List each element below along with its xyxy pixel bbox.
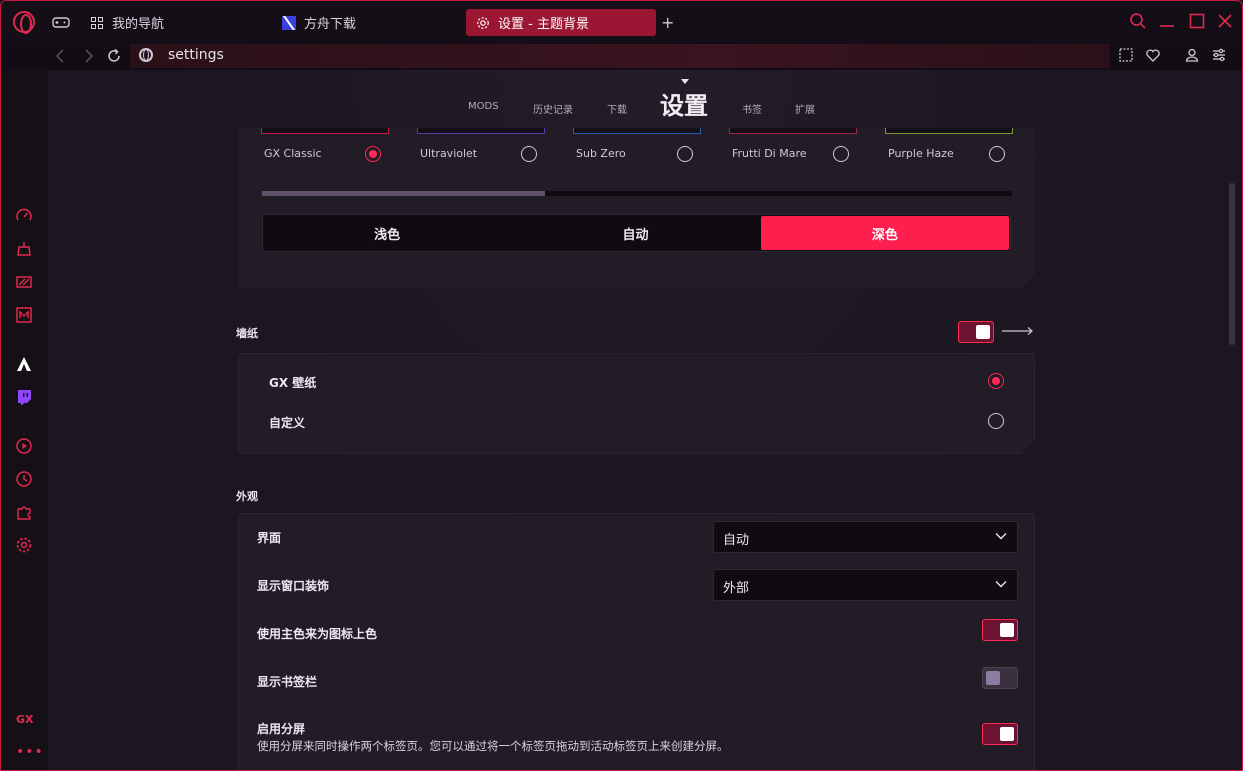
theme-name: Ultraviolet — [420, 147, 478, 160]
address-field[interactable] — [130, 44, 1110, 68]
theme-scroll-track[interactable] — [262, 191, 1012, 196]
theme-radio-gx-classic[interactable] — [365, 146, 381, 162]
sidebar — [0, 70, 48, 771]
theme-swatch-ultraviolet[interactable] — [417, 128, 545, 134]
more-icon[interactable]: ••• — [16, 744, 44, 760]
window-decoration-label: 显示窗口装饰 — [257, 579, 330, 593]
interface-select-value: 自动 — [723, 533, 750, 548]
tab-label: 设置 - 主题背景 — [498, 17, 589, 32]
history-clock-icon[interactable] — [15, 470, 33, 488]
mode-light-button[interactable]: 浅色 — [263, 215, 511, 251]
caret-down-icon — [681, 79, 689, 84]
wallpaper-toggle[interactable] — [958, 321, 994, 343]
tab-my-navigation[interactable]: 我的导航 — [80, 9, 270, 36]
tab-settings-theme[interactable]: 设置 - 主题背景 — [466, 9, 656, 36]
nav-mods[interactable]: MODS — [468, 101, 499, 112]
split-screen-description: 使用分屏来同时操作两个标签页。您可以通过将一个标签页拖动到活动标签页上来创建分屏… — [257, 739, 729, 753]
appearance-section-label: 外观 — [236, 490, 258, 503]
theme-name: Frutti Di Mare — [732, 147, 807, 160]
wallpaper-option-custom: 自定义 — [269, 416, 306, 430]
window-decoration-select[interactable]: 外部 — [713, 569, 1018, 601]
chevron-down-icon — [995, 581, 1007, 588]
wallpaper-radio-custom[interactable] — [988, 413, 1004, 429]
player-icon[interactable] — [15, 437, 33, 455]
appearance-card: 界面 自动 显示窗口装饰 外部 使用主色来为图标上色 显示书签栏 启用分屏 使用… — [238, 513, 1035, 771]
gx-label[interactable]: GX — [16, 713, 34, 726]
reload-icon[interactable] — [105, 47, 123, 65]
theme-scroll-thumb[interactable] — [262, 191, 545, 196]
close-icon[interactable] — [1216, 12, 1234, 30]
extensions-icon[interactable] — [15, 503, 33, 521]
theme-radio-sub-zero[interactable] — [677, 146, 693, 162]
wallpaper-card: GX 壁纸 自定义 — [238, 353, 1035, 454]
gx-corner-icon[interactable] — [15, 273, 33, 291]
gamepad-icon[interactable] — [52, 14, 70, 30]
new-tab-button[interactable]: + — [661, 13, 674, 32]
bookmarks-bar-toggle[interactable] — [982, 667, 1018, 689]
wallpaper-option-gx: GX 壁纸 — [269, 376, 317, 390]
split-screen-toggle[interactable] — [982, 723, 1018, 745]
nav-downloads[interactable]: 下载 — [607, 101, 627, 116]
maximize-icon[interactable] — [1188, 12, 1206, 30]
gx-control-icon[interactable] — [15, 207, 33, 225]
theme-name: Purple Haze — [888, 147, 954, 160]
m-news-icon[interactable] — [15, 306, 33, 324]
search-icon[interactable] — [1129, 12, 1147, 30]
tab-label: 方舟下载 — [304, 17, 357, 32]
wallpaper-section-label: 墙纸 — [236, 327, 258, 340]
interface-label: 界面 — [257, 531, 282, 545]
tab-label: 我的导航 — [112, 17, 165, 32]
theme-swatch-purple-haze[interactable] — [885, 128, 1013, 134]
easy-setup-icon[interactable] — [1211, 47, 1227, 63]
grid-icon — [90, 16, 104, 30]
mode-auto-button[interactable]: 自动 — [511, 215, 759, 251]
tab-bar: 我的导航 方舟下载 设置 - 主题背景 + — [0, 0, 1243, 42]
nav-history[interactable]: 历史记录 — [533, 101, 573, 116]
theme-swatch-sub-zero[interactable] — [573, 128, 701, 134]
opera-site-icon — [139, 48, 153, 62]
theme-radio-ultraviolet[interactable] — [521, 146, 537, 162]
opera-gx-logo-icon[interactable] — [13, 11, 35, 34]
nav-extensions[interactable]: 扩展 — [795, 101, 815, 116]
theme-swatch-gx-classic[interactable] — [261, 128, 389, 134]
chevron-down-icon — [995, 533, 1007, 540]
tab-fangzhou-download[interactable]: 方舟下载 — [272, 9, 462, 36]
settings-gear-icon[interactable] — [15, 536, 33, 554]
account-icon[interactable] — [1184, 47, 1200, 63]
theme-radio-purple-haze[interactable] — [989, 146, 1005, 162]
snapshot-icon[interactable] — [1118, 47, 1134, 63]
interface-select[interactable]: 自动 — [713, 521, 1018, 553]
address-bar: settings — [0, 42, 1243, 70]
bookmarks-bar-label: 显示书签栏 — [257, 675, 318, 689]
window-decoration-select-value: 外部 — [723, 581, 750, 596]
twitch-icon[interactable] — [15, 388, 33, 406]
page-scrollbar[interactable] — [1229, 183, 1235, 345]
theme-swatch-frutti-di-mare[interactable] — [729, 128, 857, 134]
nav-bookmarks[interactable]: 书签 — [742, 101, 762, 116]
gear-icon — [477, 16, 489, 29]
theme-card: GX Classic Ultraviolet Sub Zero Frutti D… — [238, 128, 1035, 288]
heart-icon[interactable] — [1145, 47, 1161, 63]
theme-radio-frutti-di-mare[interactable] — [833, 146, 849, 162]
forward-icon[interactable] — [79, 47, 97, 65]
accent-icon-color-toggle[interactable] — [982, 619, 1018, 641]
settings-content: GX Classic Ultraviolet Sub Zero Frutti D… — [48, 128, 1243, 771]
split-screen-label: 启用分屏 — [257, 722, 306, 736]
back-icon[interactable] — [52, 47, 70, 65]
accent-icon-color-label: 使用主色来为图标上色 — [257, 627, 378, 641]
address-url: settings — [168, 47, 224, 63]
wallpaper-radio-gx[interactable] — [988, 373, 1004, 389]
minimize-icon[interactable] — [1158, 12, 1176, 30]
color-mode-selector: 浅色 自动 深色 — [262, 214, 1011, 252]
theme-name: Sub Zero — [576, 147, 626, 160]
mode-dark-button[interactable]: 深色 — [761, 216, 1009, 250]
arc-messenger-icon[interactable] — [15, 355, 33, 373]
theme-name: GX Classic — [264, 147, 322, 160]
arrow-right-icon[interactable] — [1002, 326, 1034, 336]
page-title: 设置 — [660, 92, 708, 120]
gx-cleaner-icon[interactable] — [15, 240, 33, 258]
site-favicon-icon — [282, 15, 296, 30]
